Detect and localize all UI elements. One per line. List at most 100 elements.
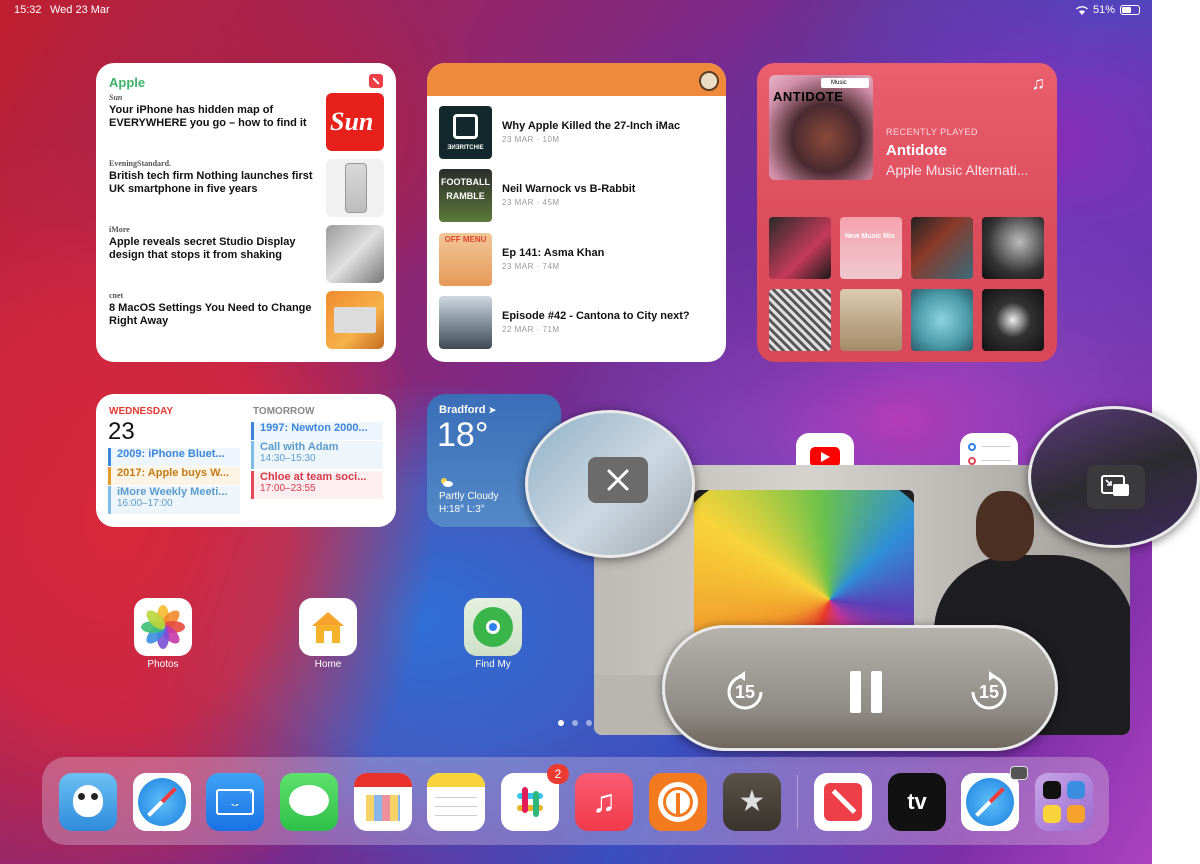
- podcast-episode[interactable]: OFF MENU Ep 141: Asma Khan 23 MAR · 74M: [439, 233, 719, 287]
- reeder-app-icon[interactable]: ★: [723, 773, 781, 831]
- album-tile[interactable]: [911, 217, 973, 279]
- album-tile[interactable]: [840, 289, 902, 351]
- find-my-app-icon[interactable]: [464, 598, 522, 656]
- pip-toggle-zoom: [1028, 406, 1200, 548]
- music-app-icon[interactable]: ♫: [575, 773, 633, 831]
- calendar-event[interactable]: 2017: Apple buys W...: [108, 467, 240, 485]
- podcast-artwork: OFF MENU: [439, 233, 492, 286]
- podcast-episode[interactable]: Episode #42 - Cantona to City next? 22 M…: [439, 296, 719, 350]
- news-title: British tech firm Nothing launches first…: [109, 170, 313, 195]
- tv-label: tv: [888, 789, 946, 815]
- pause-button[interactable]: [848, 669, 884, 720]
- calendar-event[interactable]: 1997: Newton 2000...: [251, 422, 383, 440]
- weather-city: Bradford: [439, 404, 486, 416]
- album-subtitle: Apple Music Alternati...: [886, 162, 1029, 178]
- tweetbot-app-icon[interactable]: [59, 773, 117, 831]
- news-item[interactable]: iMore Apple reveals secret Studio Displa…: [109, 225, 384, 285]
- news-widget[interactable]: Apple Sun Your iPhone has hidden map of …: [96, 63, 396, 362]
- pip-return-button[interactable]: [1087, 465, 1145, 509]
- event-title: Call with Adam: [260, 441, 339, 453]
- status-bar: 15:32 Wed 23 Mar 51%: [14, 4, 1140, 18]
- podcast-episode[interactable]: ƎИƎRITCHIE Why Apple Killed the 27-Inch …: [439, 106, 719, 160]
- podcast-episode[interactable]: FOOTBALL RAMBLE Neil Warnock vs B-Rabbit…: [439, 169, 719, 223]
- event-time: 17:00–23:55: [260, 483, 316, 494]
- mail-app-icon[interactable]: [206, 773, 264, 831]
- news-app-icon: [369, 74, 383, 88]
- album-tile-new-music-mix[interactable]: New Music Mix: [840, 217, 902, 279]
- app-label-photos: Photos: [147, 659, 179, 670]
- close-icon: [607, 469, 629, 491]
- app-label-home: Home: [314, 659, 342, 670]
- album-tile[interactable]: [769, 217, 831, 279]
- wifi-icon: [1076, 5, 1088, 15]
- news-title: Your iPhone has hidden map of EVERYWHERE…: [109, 104, 307, 129]
- skip-forward-button[interactable]: 15: [967, 670, 1011, 719]
- tomorrow-label: TOMORROW: [253, 406, 315, 417]
- news-item[interactable]: cnet 8 MacOS Settings You Need to Change…: [109, 291, 384, 351]
- album-tile[interactable]: [769, 289, 831, 351]
- weather-high-low: H:18° L:3°: [439, 504, 485, 515]
- status-date: Wed 23 Mar: [50, 4, 110, 16]
- news-item[interactable]: EveningStandard. British tech firm Nothi…: [109, 159, 384, 219]
- pip-close-button[interactable]: [588, 457, 648, 503]
- calendar-widget[interactable]: WEDNESDAY 23 TOMORROW 2009: iPhone Bluet…: [96, 394, 396, 527]
- apple-music-badge: Music: [821, 78, 869, 88]
- home-app-icon[interactable]: [299, 598, 357, 656]
- fantastical-app-icon[interactable]: [354, 773, 412, 831]
- tv-text: tv: [907, 789, 927, 814]
- album-art-title: ANTIDOTE: [773, 89, 844, 104]
- safari-app-icon[interactable]: [133, 773, 191, 831]
- calendar-event[interactable]: Chloe at team soci... 17:00–23:55: [251, 471, 383, 499]
- album-tile[interactable]: [911, 289, 973, 351]
- pause-icon: [850, 671, 882, 713]
- partly-cloudy-icon: [441, 478, 453, 487]
- messages-app-icon[interactable]: [280, 773, 338, 831]
- podcast-artwork-text: OFF MENU: [444, 235, 487, 244]
- podcast-artwork-text: FOOTBALL RAMBLE: [441, 177, 490, 201]
- album-tile[interactable]: [982, 217, 1044, 279]
- album-tile[interactable]: [982, 289, 1044, 351]
- album-artwork[interactable]: Music ANTIDOTE: [769, 75, 873, 180]
- apple-tv-app-icon[interactable]: tv: [888, 773, 946, 831]
- calendar-event[interactable]: 2009: iPhone Bluet...: [108, 448, 240, 466]
- news-thumbnail: [326, 291, 384, 349]
- podcast-artwork: FOOTBALL RAMBLE: [439, 169, 492, 222]
- calendar-event[interactable]: Call with Adam 14:30–15:30: [251, 441, 383, 469]
- overcast-icon: [699, 71, 719, 91]
- recently-played-label: RECENTLY PLAYED: [886, 127, 979, 137]
- safari-recent-app-icon[interactable]: [961, 773, 1019, 831]
- today-date: 23: [108, 418, 135, 445]
- news-title: 8 MacOS Settings You Need to Change Righ…: [109, 302, 312, 327]
- music-note-glyph: ♫: [592, 783, 616, 819]
- podcast-artwork-text: ƎИƎRITCHIE: [447, 145, 484, 151]
- weather-condition: Partly Cloudy: [439, 491, 499, 502]
- playback-controls-zoom: 15 15: [662, 625, 1058, 751]
- podcast-header-bar: [427, 63, 726, 96]
- album-title: Antidote: [886, 142, 947, 159]
- episode-meta: 23 MAR · 10M: [502, 135, 560, 144]
- app-library-icon[interactable]: [1035, 773, 1093, 831]
- notes-app-icon[interactable]: [427, 773, 485, 831]
- event-title: Chloe at team soci...: [260, 471, 367, 483]
- battery-percent: 51%: [1092, 4, 1115, 16]
- status-time: 15:32: [14, 4, 42, 16]
- star-icon: ★: [738, 785, 766, 818]
- photos-app-icon[interactable]: [134, 598, 192, 656]
- event-time: 14:30–15:30: [260, 453, 316, 464]
- news-app-icon-dock[interactable]: [814, 773, 872, 831]
- page-indicator[interactable]: [558, 720, 592, 726]
- episode-title: Ep 141: Asma Khan: [502, 247, 605, 259]
- podcasts-widget[interactable]: ƎИƎRITCHIE Why Apple Killed the 27-Inch …: [427, 63, 726, 362]
- location-arrow-icon: ➤: [488, 405, 497, 415]
- music-note-icon: ♫: [1031, 73, 1046, 93]
- calendar-event[interactable]: iMore Weekly Meeti... 16:00–17:00: [108, 486, 240, 514]
- news-widget-header: Apple: [109, 75, 146, 90]
- weather-location: Bradford ➤: [439, 404, 496, 416]
- news-item[interactable]: Sun Your iPhone has hidden map of EVERYW…: [109, 93, 384, 153]
- album-tile-label: New Music Mix: [845, 233, 895, 240]
- overcast-app-icon[interactable]: [649, 773, 707, 831]
- pip-exit-icon: [1101, 475, 1129, 496]
- music-widget[interactable]: Music ANTIDOTE ♫ RECENTLY PLAYED Antidot…: [757, 63, 1057, 362]
- episode-title: Why Apple Killed the 27-Inch iMac: [502, 120, 681, 132]
- skip-back-button[interactable]: 15: [723, 670, 767, 719]
